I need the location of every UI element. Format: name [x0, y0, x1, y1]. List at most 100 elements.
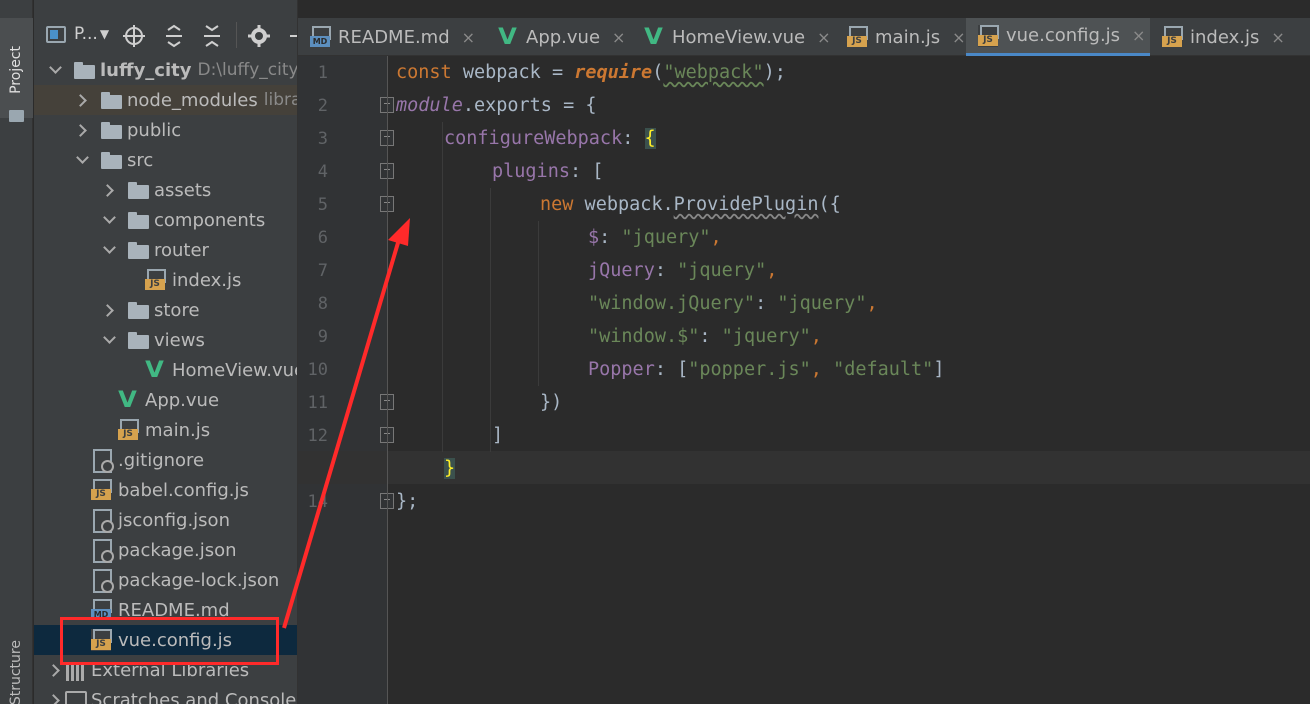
tree-item-label: package-lock.json	[118, 569, 280, 591]
project-panel-header: P... ▼	[34, 18, 297, 54]
editor-tab[interactable]: index.js ×	[1150, 18, 1285, 56]
tree-item[interactable]: views	[34, 325, 297, 355]
code-line-8: "window.jQuery": "jquery",	[588, 293, 878, 314]
js-file-icon	[847, 26, 868, 48]
folder-icon	[74, 61, 95, 79]
tree-item[interactable]: V HomeView.vue	[34, 355, 297, 385]
close-icon[interactable]: ×	[462, 28, 475, 47]
chevron-right-icon[interactable]	[48, 685, 64, 704]
tree-item[interactable]: components	[34, 205, 297, 235]
editor-tab[interactable]: main.js ×	[835, 18, 966, 56]
line-number: 2	[317, 96, 328, 116]
code-line-9: "window.$": "jquery",	[588, 326, 822, 347]
editor-tab-label: App.vue	[526, 26, 601, 48]
chevron-down-icon[interactable]	[102, 205, 118, 235]
indent-guide	[538, 221, 539, 386]
editor-tab[interactable]: vue.config.js ×	[966, 18, 1150, 56]
vue-file-icon: V	[145, 357, 165, 383]
tree-item[interactable]: babel.config.js	[34, 475, 297, 505]
folder-icon	[101, 121, 122, 139]
chevron-down-icon[interactable]	[48, 55, 64, 85]
code-line-10: Popper: ["popper.js", "default"]	[588, 359, 945, 380]
tree-item-label: node_modules	[127, 89, 258, 111]
tree-item[interactable]: jsconfig.json	[34, 505, 297, 535]
chevron-down-icon[interactable]	[102, 325, 118, 355]
vue-file-icon: V	[118, 387, 138, 413]
tree-item[interactable]: V App.vue	[34, 385, 297, 415]
chevron-down-icon[interactable]	[75, 145, 91, 175]
code-line-1: const webpack = require("webpack");	[396, 62, 786, 83]
markdown-file-icon	[310, 26, 331, 48]
tree-item-hint: D:\luffy_city	[197, 60, 297, 80]
js-file-icon	[1162, 26, 1183, 48]
line-number: 7	[317, 261, 328, 281]
tree-item-label: luffy_city	[100, 59, 192, 81]
line-number: 5	[317, 195, 328, 215]
gutter-divider	[387, 56, 388, 704]
code-line-7: jQuery: "jquery",	[588, 260, 778, 281]
js-file-icon	[118, 419, 139, 441]
hide-panel-icon[interactable]	[286, 24, 297, 48]
folder-icon	[128, 181, 149, 199]
chevron-down-icon[interactable]	[102, 235, 118, 265]
editor-tab-label: main.js	[875, 26, 941, 48]
expand-all-icon[interactable]	[162, 24, 186, 48]
tree-item[interactable]: package-lock.json	[34, 565, 297, 595]
editor-tab[interactable]: README.md ×	[298, 18, 486, 56]
folder-icon	[128, 241, 149, 259]
editor-tab[interactable]: V App.vue ×	[486, 18, 632, 56]
line-number: 4	[317, 162, 328, 182]
close-icon[interactable]: ×	[817, 28, 830, 47]
folder-icon	[128, 331, 149, 349]
tree-item-label: HomeView.vue	[172, 359, 297, 381]
collapse-all-icon[interactable]	[200, 24, 224, 48]
chevron-right-icon[interactable]	[102, 295, 118, 325]
scratch-icon	[64, 689, 87, 704]
tree-item[interactable]: store	[34, 295, 297, 325]
editor-tab[interactable]: V HomeView.vue ×	[632, 18, 835, 56]
project-tool-window-button[interactable]: Project	[0, 18, 33, 122]
chevron-right-icon[interactable]	[102, 175, 118, 205]
tree-item-label: babel.config.js	[118, 479, 249, 501]
tree-item[interactable]: .gitignore	[34, 445, 297, 475]
line-number: 10	[307, 360, 328, 380]
dropdown-arrow-icon: ▼	[99, 27, 110, 41]
locate-file-icon[interactable]	[122, 24, 146, 48]
tree-item[interactable]: package.json	[34, 535, 297, 565]
chevron-right-icon[interactable]	[75, 115, 91, 145]
folder-icon	[9, 110, 24, 122]
line-number: 14	[307, 492, 328, 512]
line-number: 3	[317, 129, 328, 149]
editor-tab-label: HomeView.vue	[672, 26, 806, 48]
code-line-14: };	[396, 491, 419, 512]
code-line-5: new webpack.ProvidePlugin({	[540, 194, 841, 215]
tree-item[interactable]: index.js	[34, 265, 297, 295]
line-number: 1	[317, 63, 328, 83]
chevron-right-icon[interactable]	[75, 85, 91, 115]
project-view-selector[interactable]: P... ▼	[74, 24, 109, 44]
code-line-2: module.exports = {	[396, 95, 597, 116]
tree-item[interactable]: public	[34, 115, 297, 145]
tree-item[interactable]: src	[34, 145, 297, 175]
js-file-icon	[91, 479, 112, 501]
tree-item[interactable]: luffy_city D:\luffy_city	[34, 55, 297, 85]
tree-item[interactable]: router	[34, 235, 297, 265]
gear-icon[interactable]	[247, 24, 271, 48]
tree-item[interactable]: node_moduleslibrary root	[34, 85, 297, 115]
close-icon[interactable]: ×	[1132, 26, 1145, 45]
tree-item-label: public	[127, 119, 182, 141]
tree-item[interactable]: Scratches and Consoles	[34, 685, 297, 704]
js-file-icon	[145, 269, 166, 291]
tree-item[interactable]: main.js	[34, 415, 297, 445]
structure-tool-window-button[interactable]: Structure	[8, 640, 24, 704]
tree-item-label: package.json	[118, 539, 237, 561]
close-icon[interactable]: ×	[1271, 28, 1284, 47]
close-icon[interactable]: ×	[612, 28, 625, 47]
close-icon[interactable]: ×	[952, 28, 965, 47]
folder-icon	[101, 151, 122, 169]
tree-item[interactable]: assets	[34, 175, 297, 205]
